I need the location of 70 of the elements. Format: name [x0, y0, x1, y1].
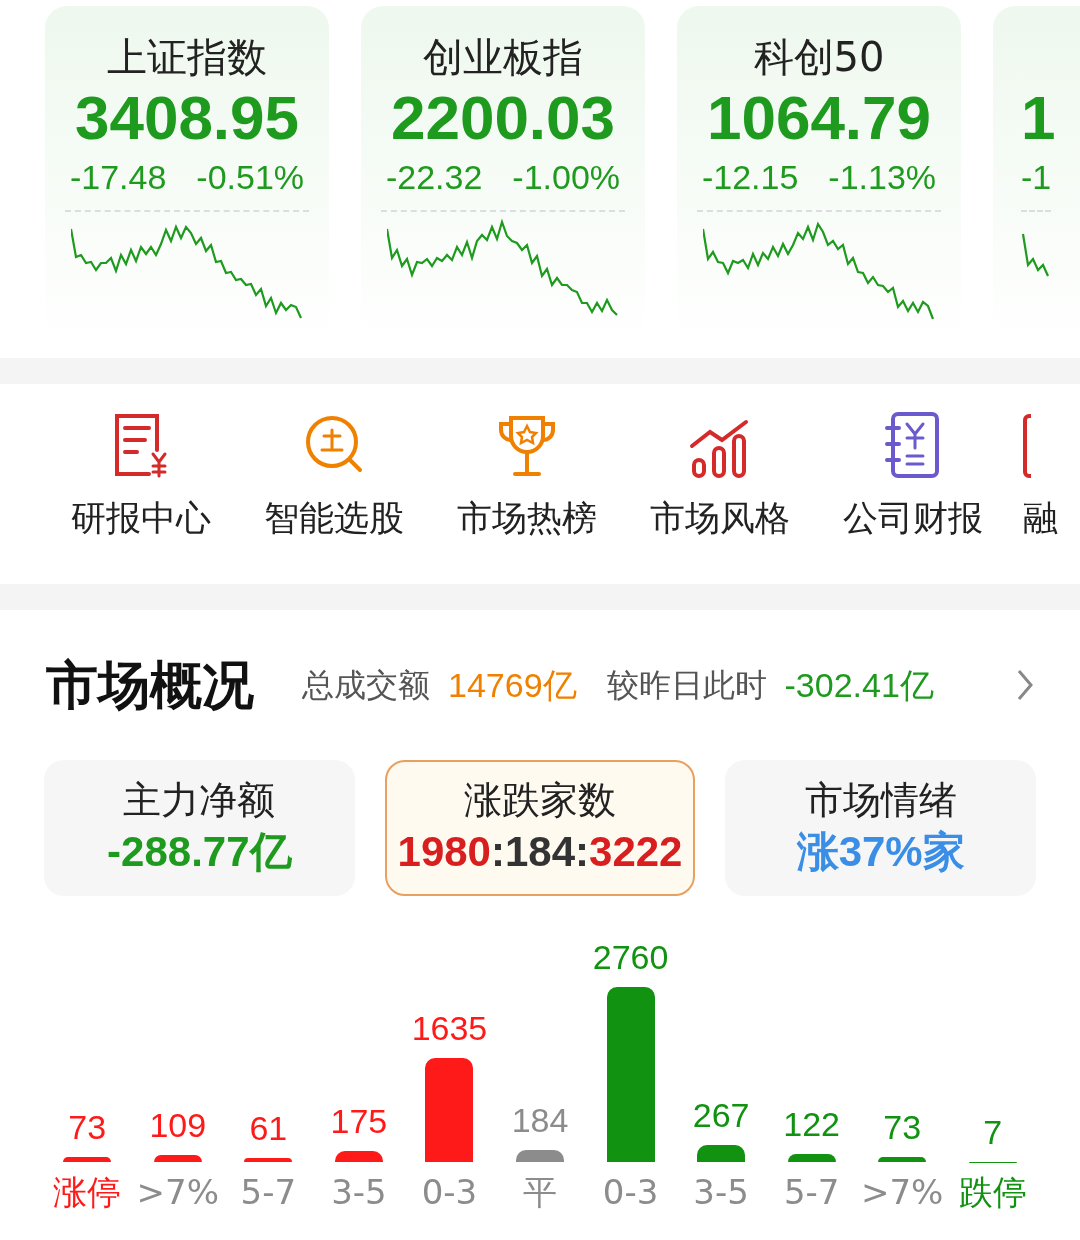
- bar: [63, 1157, 112, 1162]
- tool-shortcut[interactable]: 市场风格: [637, 410, 803, 584]
- index-value: 3408.95: [74, 82, 300, 154]
- index-percent: -0.51%: [196, 157, 305, 198]
- category-label: >7%: [136, 1171, 220, 1214]
- tool-shortcut[interactable]: 融: [1023, 410, 1080, 584]
- category-label: 跌停: [958, 1171, 1027, 1214]
- stat-card[interactable]: 涨跌家数 1980:184:3222: [384, 760, 696, 896]
- index-value: 2200.03: [390, 82, 616, 154]
- index-value: 1: [1021, 82, 1056, 154]
- stat-value: :: [575, 827, 590, 877]
- stat-value: 1980: [397, 827, 491, 877]
- stat-value: :: [490, 827, 505, 877]
- category-label: 5-7: [783, 1171, 840, 1214]
- bar-value-label: 73: [883, 1107, 922, 1149]
- bar-value-label: 2760: [592, 937, 669, 978]
- bar-value-label: 109: [149, 1105, 207, 1147]
- bar-value-label: 73: [68, 1107, 107, 1149]
- stat-card[interactable]: 主力净额 -288.77亿: [44, 760, 355, 896]
- tool-shortcut[interactable]: 市场热榜: [444, 410, 610, 584]
- stat-value: -288.77亿: [107, 827, 292, 877]
- category-label: 涨停: [53, 1171, 122, 1214]
- compare-label: 较昨日此时: [606, 665, 767, 706]
- category-label: 0-3: [602, 1171, 659, 1214]
- index-change: -22.32: [385, 157, 483, 198]
- bar-value-label: 184: [511, 1100, 569, 1142]
- section-title: 市场概况: [46, 654, 254, 717]
- stat-value: 184: [504, 827, 576, 877]
- bar: [153, 1155, 202, 1162]
- index-name: 科创50: [753, 33, 885, 82]
- index-name: 上证指数: [107, 33, 267, 82]
- index-name: 创业板指: [423, 33, 583, 82]
- category-label: >7%: [860, 1171, 944, 1214]
- bar-value-label: 1635: [411, 1008, 488, 1050]
- bar: [244, 1158, 293, 1162]
- bar-value-label: 267: [692, 1095, 750, 1137]
- bar: [334, 1150, 383, 1162]
- category-label: 3-5: [693, 1171, 749, 1214]
- index-percent: -1.13%: [828, 157, 937, 198]
- index-change: -1: [1021, 157, 1052, 198]
- stat-card[interactable]: 市场情绪 涨37%家: [725, 760, 1036, 896]
- category-label: 5-7: [240, 1171, 297, 1214]
- compare-value: -302.41亿: [784, 664, 934, 706]
- bar-value-label: 122: [783, 1104, 840, 1146]
- stat-value: 3222: [589, 827, 683, 877]
- bar-value-label: 7: [983, 1111, 1003, 1153]
- bar: [878, 1157, 927, 1162]
- bar: [516, 1150, 564, 1162]
- category-label: 平: [523, 1171, 557, 1214]
- chevron-right-icon[interactable]: [1016, 668, 1034, 702]
- bar: [697, 1145, 746, 1162]
- stat-value: 涨37%家: [796, 827, 965, 877]
- category-label: 0-3: [421, 1171, 478, 1214]
- sparkline: [1021, 232, 1050, 278]
- stat-title: 主力净额: [123, 777, 276, 824]
- index-percent: -1.00%: [512, 157, 621, 198]
- bar-value-label: 175: [330, 1100, 388, 1142]
- bar: [787, 1154, 836, 1162]
- tool-shortcut[interactable]: 公司财报: [830, 410, 996, 584]
- tool-shortcut[interactable]: 研报中心: [58, 410, 224, 584]
- stat-title: 市场情绪: [804, 777, 957, 824]
- stat-title: 涨跌家数: [464, 777, 616, 824]
- bar-value-label: 61: [249, 1108, 288, 1150]
- index-change: -12.15: [701, 157, 799, 198]
- turnover-value: 14769亿: [448, 664, 577, 706]
- category-label: 3-5: [331, 1171, 387, 1214]
- index-value: 1064.79: [706, 82, 932, 154]
- index-change: -17.48: [69, 157, 167, 198]
- tool-shortcut[interactable]: 智能选股: [251, 410, 417, 584]
- turnover-label: 总成交额: [302, 665, 430, 706]
